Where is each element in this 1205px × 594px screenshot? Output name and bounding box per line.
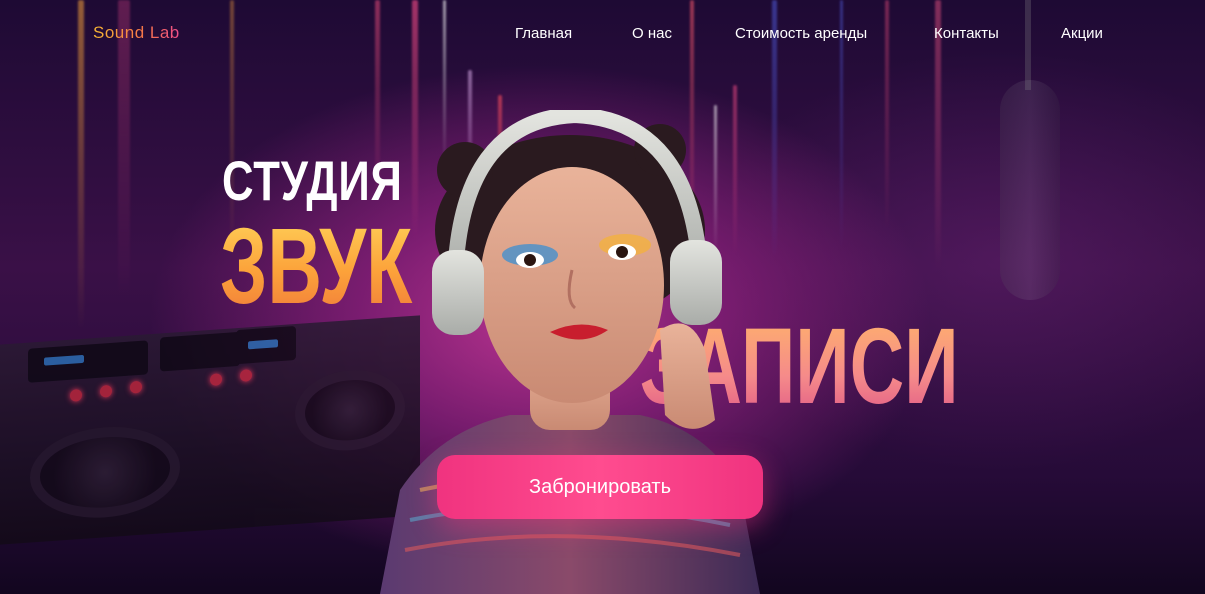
- nav-item-home[interactable]: Главная: [515, 25, 572, 42]
- hero-section: Sound Lab Главная О нас Стоимость аренды…: [0, 0, 1205, 594]
- nav-item-about[interactable]: О нас: [632, 25, 672, 42]
- microphone-illustration: [1000, 80, 1060, 300]
- dj-console-illustration: [0, 315, 420, 545]
- book-button[interactable]: Забронировать: [437, 455, 763, 519]
- mic-stand-illustration: [1025, 0, 1031, 90]
- nav-item-pricing[interactable]: Стоимость аренды: [735, 25, 867, 42]
- person-with-headphones-image: [380, 110, 760, 594]
- logo[interactable]: Sound Lab: [93, 23, 180, 43]
- nav-item-promotions[interactable]: Акции: [1061, 25, 1103, 42]
- nav-item-contacts[interactable]: Контакты: [934, 25, 999, 42]
